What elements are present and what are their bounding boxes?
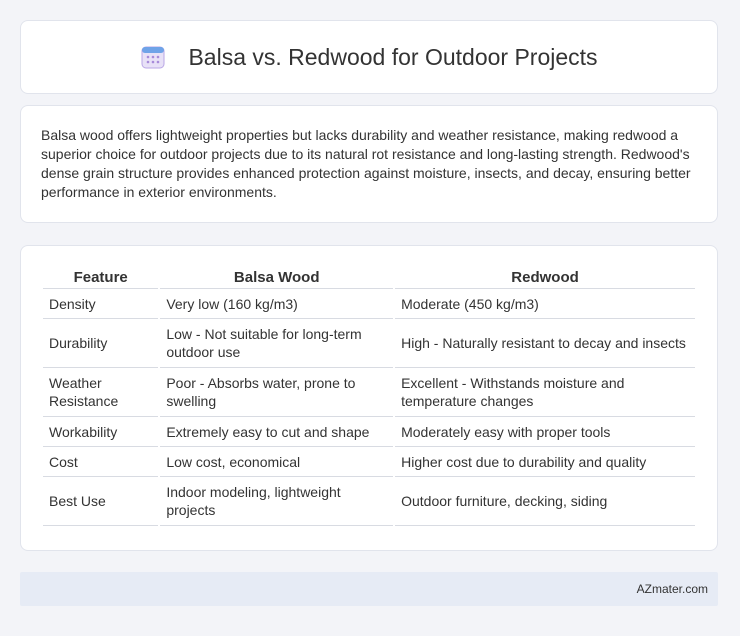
cell-feature: Workability: [43, 417, 159, 447]
table-row: Density Very low (160 kg/m3) Moderate (4…: [43, 289, 695, 319]
cell-feature: Density: [43, 289, 159, 319]
title-card: Balsa vs. Redwood for Outdoor Projects: [20, 20, 718, 94]
cell-redwood: Excellent - Withstands moisture and temp…: [395, 368, 695, 417]
cell-feature: Weather Resistance: [43, 368, 159, 417]
cell-balsa: Low - Not suitable for long-term outdoor…: [160, 319, 394, 368]
cell-redwood: Outdoor furniture, decking, siding: [395, 477, 695, 526]
calendar-icon: [140, 44, 166, 70]
comparison-table: Feature Balsa Wood Redwood Density Very …: [41, 267, 697, 526]
cell-redwood: Moderate (450 kg/m3): [395, 289, 695, 319]
cell-balsa: Indoor modeling, lightweight projects: [160, 477, 394, 526]
cell-redwood: High - Naturally resistant to decay and …: [395, 319, 695, 368]
cell-balsa: Extremely easy to cut and shape: [160, 417, 394, 447]
cell-redwood: Moderately easy with proper tools: [395, 417, 695, 447]
table-row: Weather Resistance Poor - Absorbs water,…: [43, 368, 695, 417]
cell-redwood: Higher cost due to durability and qualit…: [395, 447, 695, 477]
cell-balsa: Low cost, economical: [160, 447, 394, 477]
header-balsa-wood: Balsa Wood: [160, 267, 394, 289]
page-title: Balsa vs. Redwood for Outdoor Projects: [188, 43, 598, 70]
cell-balsa: Poor - Absorbs water, prone to swelling: [160, 368, 394, 417]
summary-text: Balsa wood offers lightweight properties…: [41, 127, 691, 200]
comparison-card: Feature Balsa Wood Redwood Density Very …: [20, 245, 718, 551]
cell-balsa: Very low (160 kg/m3): [160, 289, 394, 319]
footer-site-link[interactable]: AZmater.com: [637, 582, 708, 596]
cell-feature: Cost: [43, 447, 159, 477]
summary-card: Balsa wood offers lightweight properties…: [20, 105, 718, 223]
cell-feature: Best Use: [43, 477, 159, 526]
table-row: Cost Low cost, economical Higher cost du…: [43, 447, 695, 477]
table-header-row: Feature Balsa Wood Redwood: [43, 267, 695, 289]
table-row: Workability Extremely easy to cut and sh…: [43, 417, 695, 447]
footer: AZmater.com: [20, 572, 718, 606]
table-row: Best Use Indoor modeling, lightweight pr…: [43, 477, 695, 526]
table-row: Durability Low - Not suitable for long-t…: [43, 319, 695, 368]
cell-feature: Durability: [43, 319, 159, 368]
header-feature: Feature: [43, 267, 159, 289]
header-redwood: Redwood: [395, 267, 695, 289]
